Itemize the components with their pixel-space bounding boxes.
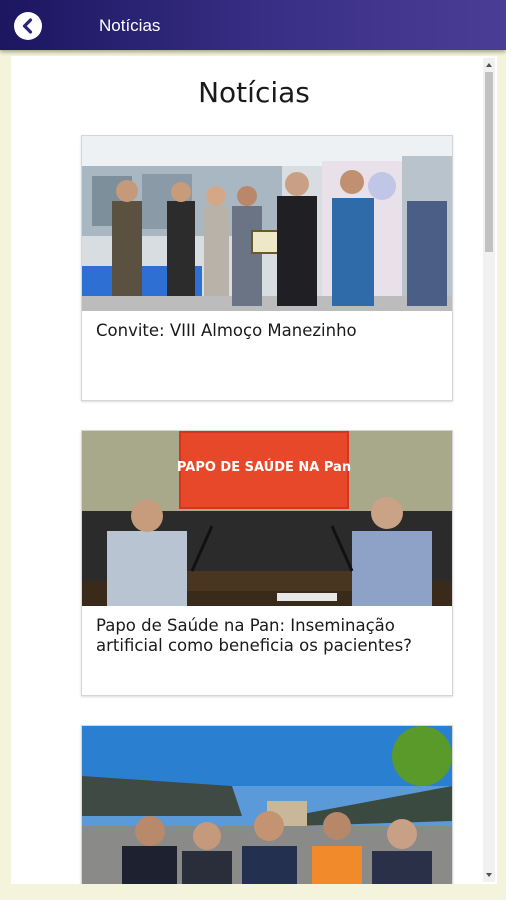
tv-screen-text: PAPO DE SAÚDE NA Pan [177,459,351,475]
app-bar: Notícias [0,0,506,50]
back-button[interactable] [14,12,42,40]
news-title: Papo de Saúde na Pan: Inseminação artifi… [96,616,412,655]
news-card[interactable] [81,725,453,884]
news-image: PAPO DE SAÚDE NA Pan [82,431,452,606]
scrollbar[interactable] [483,58,495,882]
content-panel: Notícias Convite: VIII Almoço Manezinho … [11,56,497,884]
news-card[interactable]: PAPO DE SAÚDE NA Pan Papo de Saúde na Pa… [81,430,453,696]
page-title: Notícias [198,76,310,109]
news-card[interactable]: Convite: VIII Almoço Manezinho [81,135,453,401]
scroll-thumb[interactable] [485,72,493,252]
app-bar-title: Notícias [99,16,161,35]
scroll-up-icon[interactable] [485,61,493,69]
chevron-left-icon [22,18,33,34]
news-image [82,726,452,884]
scroll-down-icon[interactable] [485,871,493,879]
news-image [82,136,452,311]
news-title: Convite: VIII Almoço Manezinho [96,321,357,340]
